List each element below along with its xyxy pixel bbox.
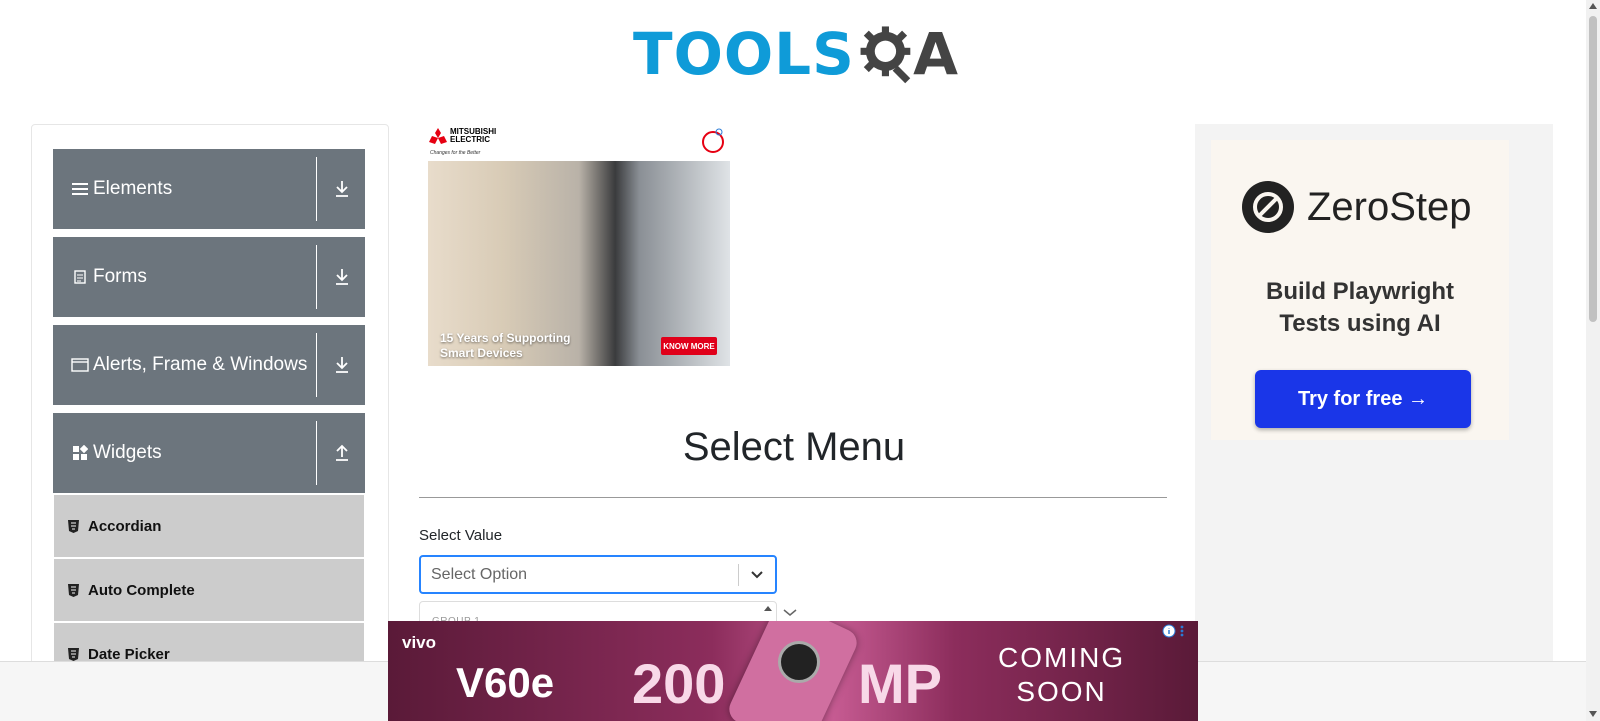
brand-name-2: ELECTRIC (450, 135, 490, 144)
try-for-free-button[interactable]: Try for free → (1255, 370, 1471, 428)
html5-icon (68, 647, 82, 661)
zerostep-tagline: Build Playwright Tests using AI (1265, 278, 1454, 337)
know-more-button[interactable]: KNOW MORE (661, 337, 717, 355)
zerostep-ad[interactable]: ZeroStep Build Playwright Tests using AI… (1195, 124, 1553, 721)
brand-tagline: Changes for the Better (430, 150, 481, 156)
mitsubishi-diamonds-icon (429, 128, 447, 144)
page-title: Select Menu (682, 425, 906, 469)
group-widgets-title: Widgets (93, 442, 162, 463)
group-forms[interactable]: Forms (53, 237, 365, 317)
sidebar-item-label: Auto Complete (88, 581, 195, 599)
coming-label: COMING (998, 642, 1126, 673)
group-widgets[interactable]: Widgets (53, 413, 365, 493)
html5-icon (68, 519, 82, 533)
gear-magnifier-icon (860, 26, 911, 84)
megapixel-unit: MP (858, 652, 942, 715)
download-arrow-icon[interactable] (333, 178, 351, 200)
divider (316, 333, 317, 397)
divider (316, 421, 317, 485)
html5-icon (68, 583, 82, 597)
zerostep-brand: ZeroStep (1241, 180, 1472, 234)
megapixel-number: 200 (632, 652, 726, 715)
select-value-label: Select Value (419, 527, 503, 544)
group-alerts-title: Alerts, Frame & Windows (93, 354, 308, 375)
select-placeholder: Select Option (431, 565, 528, 583)
select-value-dropdown[interactable]: Select Option (419, 555, 777, 594)
soon-label: SOON (1016, 676, 1107, 707)
scroll-down-arrow[interactable] (1589, 711, 1597, 717)
ad-photo: 15 Years of Supporting Smart Devices KNO… (428, 161, 730, 366)
scroll-thumb[interactable] (1589, 16, 1597, 322)
ad-info-icon[interactable] (1162, 624, 1176, 638)
zerostep-card: ZeroStep Build Playwright Tests using AI… (1211, 140, 1509, 440)
zerostep-logo-icon (1242, 181, 1294, 233)
sidebar-item-accordian[interactable]: Accordian (54, 495, 364, 557)
logo-suffix: A (913, 20, 958, 88)
vivo-ad[interactable]: vivo V60e 200 MP COMING SOON (388, 621, 1198, 721)
zerostep-name: ZeroStep (1307, 184, 1472, 229)
group-forms-title: Forms (93, 266, 147, 287)
dropdown-scroll-up-arrow[interactable] (764, 606, 772, 611)
chevron-down-icon[interactable] (739, 570, 775, 580)
document-icon (69, 270, 91, 284)
window-icon (69, 358, 91, 372)
widgets-icon (69, 445, 91, 461)
download-arrow-icon[interactable] (333, 354, 351, 376)
page: TOOLS A Elements Forms Alerts, Frame & W… (0, 0, 1600, 721)
ad-menu-icon[interactable] (1179, 624, 1185, 638)
toolsqa-logo[interactable]: TOOLS A (633, 14, 958, 94)
upload-arrow-icon[interactable] (333, 442, 351, 464)
download-arrow-icon[interactable] (333, 266, 351, 288)
divider (316, 157, 317, 221)
mitsubishi-logo: MITSUBISHI ELECTRIC (428, 128, 496, 146)
camera-lens (778, 641, 820, 683)
group-elements[interactable]: Elements (53, 149, 365, 229)
mitsubishi-ad[interactable]: MITSUBISHI ELECTRIC Changes for the Bett… (428, 126, 730, 366)
hamburger-icon (69, 182, 91, 196)
anniversary-badge-icon (702, 128, 724, 153)
title-divider (419, 497, 1167, 498)
scroll-up-arrow[interactable] (1589, 3, 1597, 9)
group-alerts-frame-windows[interactable]: Alerts, Frame & Windows (53, 325, 365, 405)
ad-headline: 15 Years of Supporting Smart Devices (440, 331, 571, 360)
group-elements-title: Elements (93, 178, 173, 199)
chevron-down-icon[interactable] (782, 608, 798, 618)
vivo-model: V60e (456, 659, 555, 706)
divider (316, 245, 317, 309)
sidebar-item-label: Date Picker (88, 645, 170, 663)
logo-text: TOOLS (633, 20, 855, 88)
sidebar-item-auto-complete[interactable]: Auto Complete (54, 559, 364, 621)
sidebar-item-label: Accordian (88, 517, 162, 535)
vivo-brand: vivo (402, 633, 437, 652)
coming-soon-text: COMING SOON (998, 641, 1125, 709)
ad-info-controls[interactable] (1162, 624, 1190, 638)
